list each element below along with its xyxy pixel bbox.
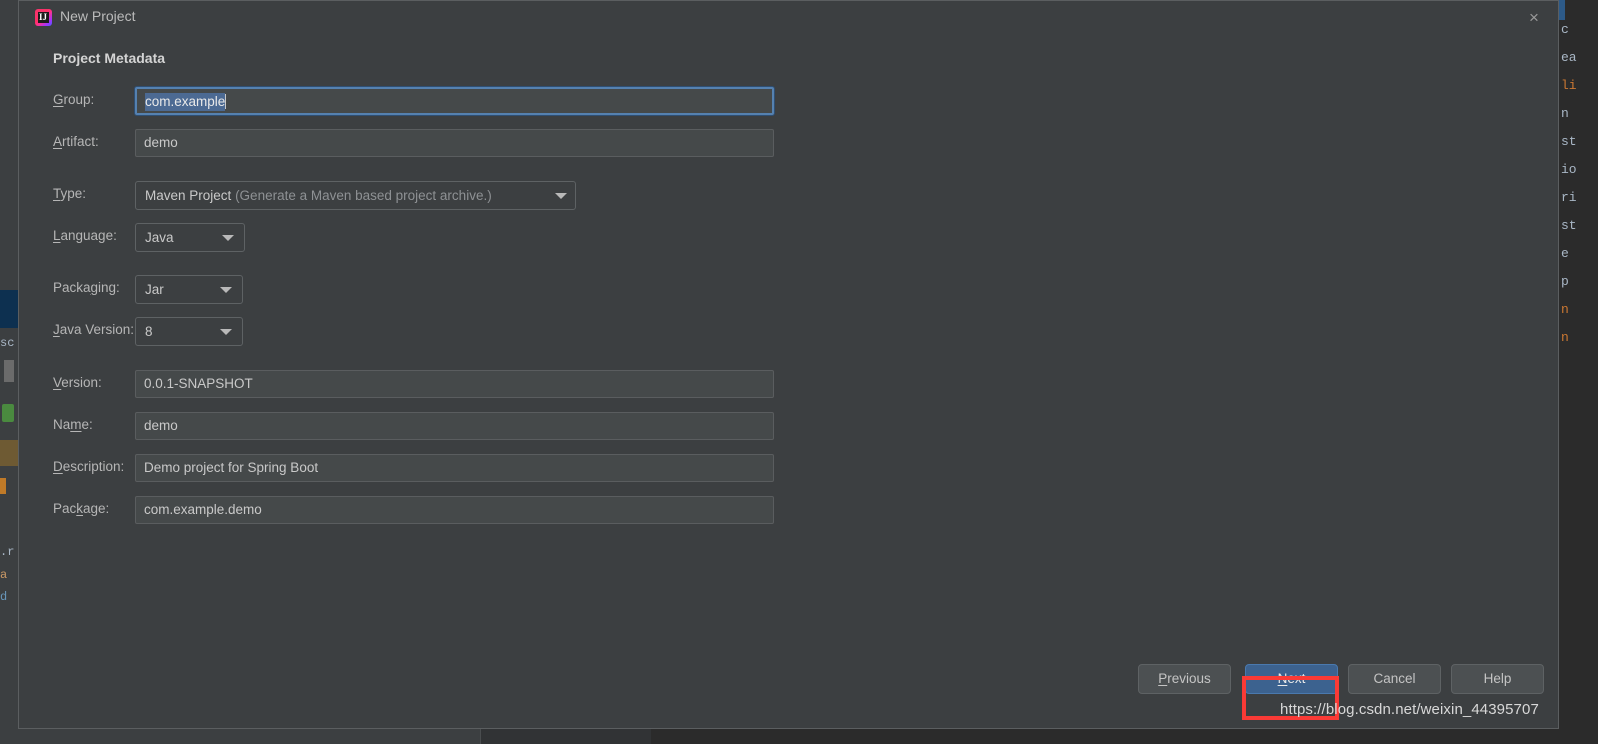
type-label: Type: [53,186,87,201]
form-row-group: Group: com.example [19,87,1558,115]
ide-code-fragment: c [1561,22,1569,37]
ide-vcs-marker-orange [0,478,6,494]
ide-code-fragment: li [1561,78,1577,93]
ide-background-left-sliver: sc .r a d [0,0,18,744]
packaging-dropdown[interactable]: Jar [135,275,243,304]
close-icon[interactable]: × [1518,5,1550,31]
ide-code-fragment: ri [1561,190,1577,205]
ide-vcs-marker-tan [0,440,18,466]
chevron-down-icon [220,329,232,335]
java-version-dropdown[interactable]: 8 [135,317,243,346]
version-label: Version: [53,375,102,390]
package-label: Package: [53,501,110,516]
ide-code-fragment: p [1561,274,1569,289]
ide-code-fragment: n [1561,330,1569,345]
previous-button[interactable]: Previous [1138,664,1231,694]
type-dropdown-hint: (Generate a Maven based project archive.… [235,188,492,203]
ide-code-fragment: ea [1561,50,1577,65]
watermark-text: https://blog.csdn.net/weixin_44395707 [1280,701,1539,718]
language-dropdown-value: Java [145,230,174,245]
ide-status-segment-left [0,729,480,744]
ide-code-fragment: st [1561,134,1577,149]
text-caret [225,94,227,109]
form-row-type: Type: Maven Project (Generate a Maven ba… [19,181,1558,210]
help-button[interactable]: Help [1451,664,1544,694]
form-row-version: Version: 0.0.1-SNAPSHOT [19,370,1558,398]
group-input-value: com.example [145,93,226,111]
name-input[interactable]: demo [135,412,774,440]
next-button[interactable]: Next [1245,664,1338,694]
language-label: Language: [53,228,117,243]
ide-vcs-marker-green [2,404,14,422]
ide-code-fragment: n [1561,106,1569,121]
ide-scroll-marker [4,360,14,382]
packaging-dropdown-value: Jar [145,282,164,297]
ide-code-fragment: io [1561,162,1577,177]
ide-status-segment-right [651,729,1598,744]
artifact-input[interactable]: demo [135,129,774,157]
description-input[interactable]: Demo project for Spring Boot [135,454,774,482]
package-input[interactable]: com.example.demo [135,496,774,524]
form-row-package: Package: com.example.demo [19,496,1558,524]
language-dropdown[interactable]: Java [135,223,245,252]
new-project-dialog: IJ New Project × Project Metadata Group:… [18,0,1559,729]
dialog-titlebar: IJ New Project × [19,1,1558,34]
ide-selection-stripe [0,290,18,328]
ide-code-fragment: n [1561,302,1569,317]
group-label: Group: [53,92,95,107]
ide-tab-indicator [1559,0,1565,20]
java-version-label: Java Version: [53,322,135,337]
form-row-artifact: Artifact: demo [19,129,1558,157]
form-row-java-version: Java Version: 8 [19,317,1558,346]
form-row-description: Description: Demo project for Spring Boo… [19,454,1558,482]
version-input[interactable]: 0.0.1-SNAPSHOT [135,370,774,398]
page-title: Project Metadata [53,50,166,66]
ide-code-fragment: sc [0,336,15,350]
intellij-idea-icon: IJ [35,9,52,26]
group-input[interactable]: com.example [135,87,774,115]
packaging-label: Packaging: [53,280,120,295]
artifact-label: Artifact: [53,134,99,149]
ide-code-fragment: st [1561,218,1577,233]
ide-code-fragment: a [0,568,8,582]
form-row-packaging: Packaging: Jar [19,275,1558,304]
chevron-down-icon [220,287,232,293]
form-row-name: Name: demo [19,412,1558,440]
ide-background-right-sliver: c ea li n st io ri st e p n n [1558,0,1598,744]
chevron-down-icon [555,193,567,199]
dialog-title: New Project [60,8,136,24]
form-row-language: Language: Java [19,223,1558,252]
type-dropdown[interactable]: Maven Project (Generate a Maven based pr… [135,181,576,210]
chevron-down-icon [222,235,234,241]
ide-code-fragment: e [1561,246,1569,261]
cancel-button[interactable]: Cancel [1348,664,1441,694]
name-label: Name: [53,417,93,432]
java-version-dropdown-value: 8 [145,324,153,339]
ide-status-segment-mid [480,729,652,744]
type-dropdown-value: Maven Project [145,188,232,203]
ide-code-fragment: .r [0,545,15,559]
ide-background-bottom-strip [0,729,1598,744]
screen: sc .r a d c ea li n st io ri st e p n n … [0,0,1598,744]
description-label: Description: [53,459,125,474]
ide-code-fragment: d [0,590,8,604]
